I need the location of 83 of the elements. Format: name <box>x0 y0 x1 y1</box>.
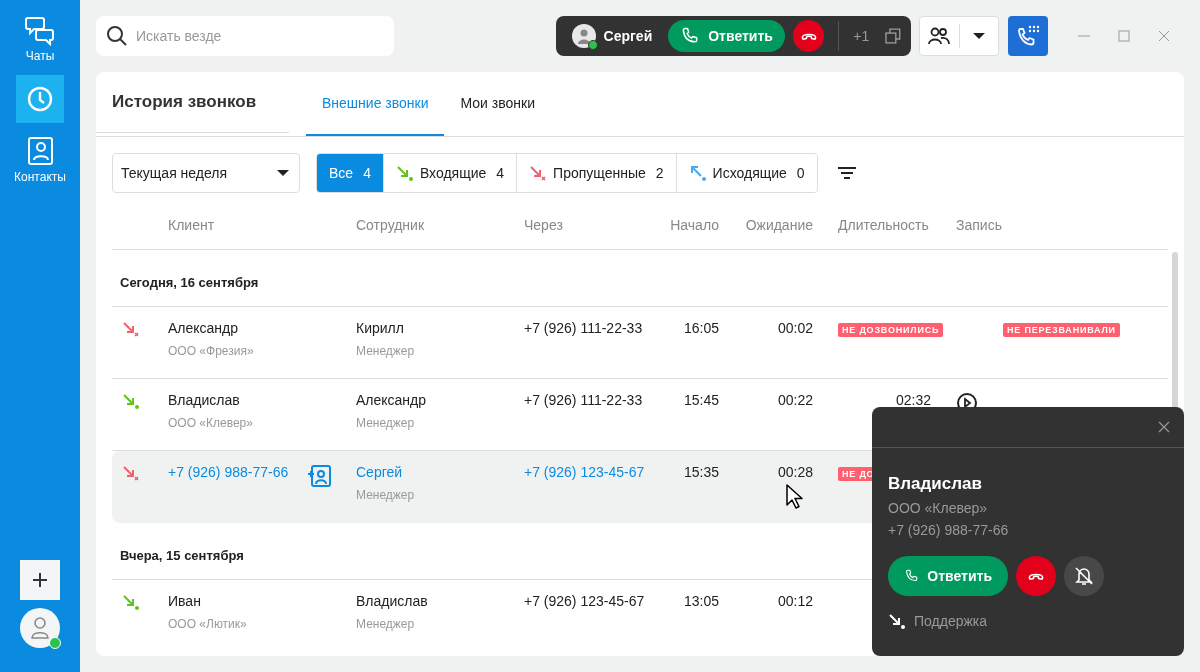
start-time: 15:35 <box>683 464 719 480</box>
incoming-call-icon <box>888 612 906 630</box>
status-badge: НЕ ПЕРЕЗВАНИВАЛИ <box>1003 323 1120 337</box>
minimize-icon <box>1078 35 1090 37</box>
outgoing-call-icon <box>688 164 707 182</box>
tab[interactable]: Мои звонки <box>444 72 551 136</box>
wait-time: 00:22 <box>777 392 813 408</box>
incoming-call-icon <box>122 593 140 611</box>
wait-time: 00:12 <box>777 593 813 609</box>
via-number: +7 (926) 123-45-67 <box>524 464 645 480</box>
filter-tab[interactable]: Исходящие 0 <box>675 154 817 192</box>
sidebar-item[interactable]: Контакты <box>0 135 80 184</box>
column-header: Через <box>524 217 564 233</box>
employee-name: Кирилл <box>356 320 404 336</box>
start-time: 15:45 <box>683 392 719 408</box>
maximize-icon <box>1116 28 1132 44</box>
employee-role: Менеджер <box>356 416 416 430</box>
duration: 02:32 <box>895 392 931 408</box>
client-name: Иван <box>168 593 201 609</box>
mute-button[interactable] <box>1064 556 1104 596</box>
employee-role: Менеджер <box>356 344 416 358</box>
employee-name: Сергей <box>356 464 403 480</box>
period-dropdown[interactable]: Текущая неделя <box>112 153 300 193</box>
caller-name: Сергей <box>603 28 653 44</box>
client-name: Владислав <box>168 392 240 408</box>
close-button[interactable] <box>1156 28 1172 44</box>
client-company: ООО «Лютик» <box>168 617 248 631</box>
via-number: +7 (926) 111-22-33 <box>524 320 643 336</box>
column-header: Начало <box>670 217 719 233</box>
caret-icon <box>277 169 289 177</box>
wait-time: 00:02 <box>777 320 813 336</box>
client-name: Александр <box>168 320 239 336</box>
missed-call-icon <box>122 464 140 482</box>
incoming-call-icon <box>122 392 140 410</box>
bell-off-icon <box>1073 565 1095 587</box>
via-number: +7 (926) 111-22-33 <box>524 392 643 408</box>
client-company: ООО «Клевер» <box>168 416 254 430</box>
close-icon <box>1156 28 1172 44</box>
employee-name: Владислав <box>356 593 428 609</box>
column-header: Клиент <box>168 217 216 233</box>
search-icon <box>106 25 128 47</box>
chat-bubbles-icon <box>24 14 56 46</box>
team-menu-button[interactable] <box>919 16 999 56</box>
status-badge: НЕ ДОЗВОНИЛИСЬ <box>838 323 944 337</box>
filter-tab[interactable]: Все 4 <box>317 154 383 192</box>
client-name: +7 (926) 988-77-66 <box>168 464 289 480</box>
add-button[interactable] <box>20 560 60 600</box>
column-header: Ожидание <box>744 217 813 233</box>
client-company: ООО «Фрезия» <box>168 344 255 358</box>
page-title: История звонков <box>96 72 289 133</box>
tab[interactable]: Внешние звонки <box>306 72 445 136</box>
hang-up-button[interactable] <box>1016 556 1056 596</box>
via-number: +7 (926) 123-45-67 <box>524 593 645 609</box>
dialpad-button[interactable] <box>1008 16 1048 56</box>
column-header: Запись <box>955 217 1003 233</box>
start-time: 13:05 <box>683 593 719 609</box>
answer-button[interactable]: Ответить <box>888 556 1008 596</box>
copy-icon[interactable] <box>885 28 901 44</box>
missed-call-icon <box>122 320 140 338</box>
call-line: Поддержка <box>914 613 988 629</box>
employee-role: Менеджер <box>356 488 416 502</box>
user-avatar[interactable] <box>20 608 60 648</box>
start-time: 16:05 <box>683 320 719 336</box>
mouse-cursor-icon <box>786 484 804 510</box>
column-header: Длительность <box>837 217 930 233</box>
date-group-header: Сегодня, 16 сентября <box>112 258 1168 307</box>
employee-role: Менеджер <box>356 617 416 631</box>
caller-avatar <box>572 24 596 48</box>
close-icon[interactable] <box>1158 421 1170 433</box>
missed-call-icon <box>529 164 548 182</box>
extra-calls-count: +1 <box>853 28 870 44</box>
hang-up-button[interactable] <box>792 20 825 52</box>
answer-button[interactable]: Ответить <box>668 20 785 52</box>
search-field[interactable]: Искать везде <box>96 16 394 56</box>
incoming-call-icon <box>395 164 414 182</box>
wait-time: 00:28 <box>777 464 813 480</box>
employee-name: Александр <box>356 392 427 408</box>
column-header: Сотрудник <box>356 217 425 233</box>
plus-icon <box>32 572 48 588</box>
caller-name: Владислав <box>888 474 983 494</box>
sidebar-item[interactable]: Чаты <box>0 14 80 63</box>
add-contact-icon[interactable] <box>308 464 333 488</box>
caller-company: ООО «Клевер» <box>888 500 989 516</box>
